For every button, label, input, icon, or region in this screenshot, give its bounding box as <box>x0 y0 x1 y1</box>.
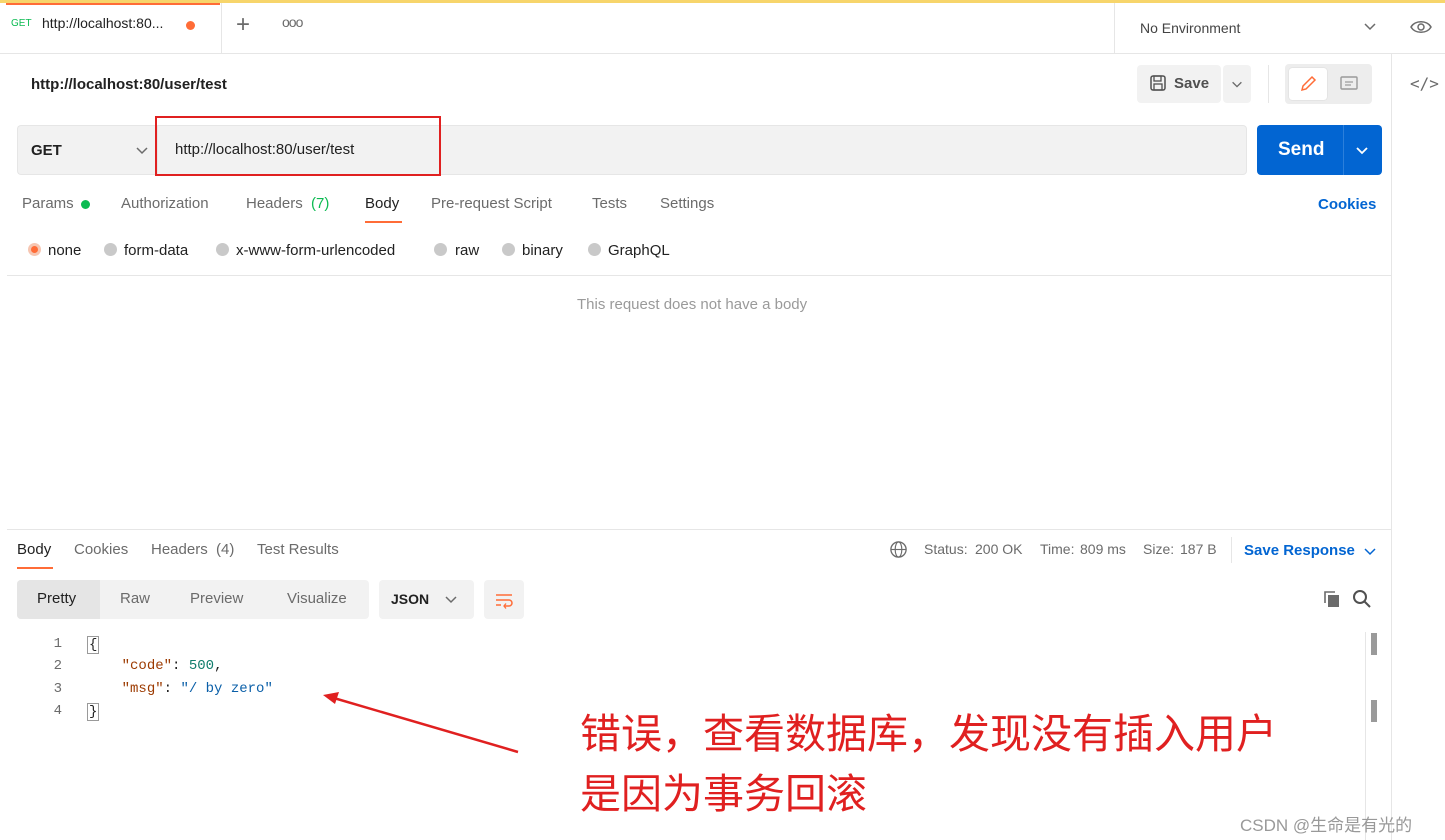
status-label: Status: <box>924 541 968 557</box>
body-type-raw[interactable]: raw <box>455 242 479 259</box>
response-tab-headers[interactable]: Headers <box>151 541 208 558</box>
view-visualize[interactable]: Visualize <box>287 590 347 607</box>
line-number: 1 <box>53 636 62 652</box>
json-key: "msg" <box>121 681 164 697</box>
json-open-brace: { <box>87 636 100 654</box>
format-label: JSON <box>391 591 430 607</box>
unsaved-dot-icon <box>186 21 195 30</box>
line-number: 4 <box>53 703 62 719</box>
annotation-line-1: 错误，查看数据库，发现没有插入用户 <box>580 710 1277 758</box>
json-close-brace: } <box>87 703 100 721</box>
save-disk-icon <box>1150 75 1166 91</box>
tab-settings[interactable]: Settings <box>660 195 714 212</box>
more-tabs-icon[interactable]: ooo <box>282 14 303 30</box>
annotation-highlight-box <box>155 116 441 176</box>
annotation-line-2: 是因为事务回滚 <box>580 770 867 818</box>
scrollbar-thumb[interactable] <box>1371 700 1377 722</box>
chevron-down-icon[interactable] <box>1362 18 1378 34</box>
view-raw[interactable]: Raw <box>120 590 150 607</box>
wrap-lines-icon <box>496 594 513 609</box>
response-scroll-track <box>1365 632 1366 840</box>
response-headers-count: (4) <box>216 541 235 558</box>
view-pretty[interactable]: Pretty <box>37 590 76 607</box>
body-type-form-data[interactable]: form-data <box>124 242 188 259</box>
watermark: CSDN @生命是有光的 <box>1240 816 1413 835</box>
save-response-button[interactable]: Save Response <box>1244 542 1355 559</box>
tab-authorization[interactable]: Authorization <box>121 195 209 212</box>
status-divider <box>1231 537 1232 563</box>
annotation-arrow <box>323 692 519 754</box>
cookies-link[interactable]: Cookies <box>1318 196 1376 213</box>
line-number: 3 <box>53 681 62 697</box>
status-value[interactable]: 200 OK <box>975 541 1022 557</box>
send-label: Send <box>1278 139 1325 160</box>
json-line-code: "code": 500, <box>121 658 223 674</box>
chevron-down-icon[interactable] <box>1362 543 1378 559</box>
response-divider[interactable] <box>7 529 1391 530</box>
body-type-binary[interactable]: binary <box>522 242 563 259</box>
empty-body-message: This request does not have a body <box>577 296 808 313</box>
response-tab-cookies[interactable]: Cookies <box>74 541 128 558</box>
json-key: "code" <box>121 658 173 674</box>
tab-params[interactable]: Params <box>22 195 74 212</box>
radio-raw[interactable] <box>434 243 447 256</box>
environment-select[interactable]: No Environment <box>1140 20 1240 36</box>
chevron-down-icon[interactable] <box>1354 142 1370 158</box>
tab-title: http://localhost:80... <box>42 15 164 31</box>
json-number: 500 <box>188 658 215 674</box>
right-sidebar-divider <box>1391 53 1392 840</box>
request-title[interactable]: http://localhost:80/user/test <box>31 76 227 93</box>
new-tab-plus-icon[interactable]: + <box>236 13 250 37</box>
chevron-down-icon <box>136 147 148 155</box>
body-divider <box>7 275 1391 276</box>
comment-icon[interactable] <box>1339 75 1359 93</box>
chevron-down-icon <box>445 596 457 604</box>
pencil-icon <box>1300 75 1317 92</box>
radio-urlencoded[interactable] <box>216 243 229 256</box>
tab-body[interactable]: Body <box>365 195 399 212</box>
search-icon[interactable] <box>1352 589 1372 609</box>
tab-divider <box>221 3 222 53</box>
chevron-down-icon <box>1232 81 1242 88</box>
params-status-dot <box>81 200 90 209</box>
radio-none[interactable] <box>28 243 41 256</box>
line-number: 2 <box>53 658 62 674</box>
active-tab-indicator <box>365 221 402 223</box>
size-value[interactable]: 187 B <box>1180 541 1217 557</box>
radio-graphql[interactable] <box>588 243 601 256</box>
json-string: "/ by zero" <box>180 681 273 697</box>
radio-binary[interactable] <box>502 243 515 256</box>
save-label: Save <box>1174 75 1210 92</box>
env-divider <box>1114 3 1115 53</box>
scrollbar-thumb[interactable] <box>1371 633 1377 655</box>
tab-method: GET <box>11 18 32 29</box>
radio-form-data[interactable] <box>104 243 117 256</box>
tab-tests[interactable]: Tests <box>592 195 627 212</box>
code-snippet-icon[interactable]: </> <box>1410 74 1439 93</box>
eye-icon[interactable] <box>1410 18 1432 36</box>
response-tab-body[interactable]: Body <box>17 541 51 558</box>
view-preview[interactable]: Preview <box>190 590 243 607</box>
tab-headers[interactable]: Headers <box>246 195 303 212</box>
toolbar-divider <box>1268 65 1269 103</box>
body-type-urlencoded[interactable]: x-www-form-urlencoded <box>236 242 395 259</box>
json-line-msg: "msg": "/ by zero" <box>121 681 273 697</box>
globe-icon[interactable] <box>889 540 908 559</box>
body-type-graphql[interactable]: GraphQL <box>608 242 670 259</box>
time-value[interactable]: 809 ms <box>1080 541 1126 557</box>
body-type-none[interactable]: none <box>48 242 81 259</box>
copy-icon[interactable] <box>1322 589 1342 609</box>
send-divider <box>1343 125 1344 175</box>
time-label: Time: <box>1040 541 1075 557</box>
active-response-tab-indicator <box>17 567 53 569</box>
tab-prerequest-script[interactable]: Pre-request Script <box>431 195 552 212</box>
size-label: Size: <box>1143 541 1175 557</box>
method-label: GET <box>31 142 62 159</box>
response-tab-test-results[interactable]: Test Results <box>257 541 339 558</box>
headers-count: (7) <box>311 195 330 212</box>
